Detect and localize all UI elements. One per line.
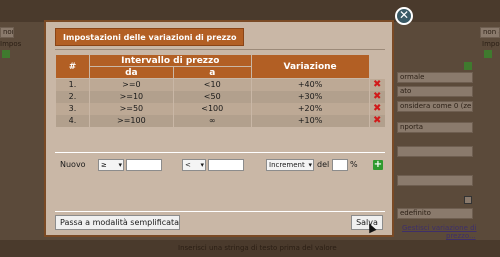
- header-variation: Variazione: [250, 54, 370, 79]
- from-value-input[interactable]: [126, 159, 162, 171]
- background-right-add-icon-2: [464, 62, 472, 70]
- chevron-down-icon: ▾: [308, 161, 312, 169]
- row-from: >=50: [88, 103, 174, 115]
- background-left-label: Impos: [0, 40, 22, 48]
- to-operator-value: <: [185, 161, 191, 169]
- row-to: ∞: [172, 115, 252, 127]
- row-variation: +40%: [250, 78, 369, 91]
- background-left-select: non a:: [0, 27, 14, 38]
- chevron-down-icon: ▾: [200, 161, 204, 169]
- chevron-down-icon: ▾: [118, 161, 122, 169]
- row-to: <50: [172, 91, 252, 103]
- background-select-2-text: ato: [400, 87, 412, 95]
- background-right-select-text: non a:: [483, 28, 499, 36]
- table-row: 4. >=100 ∞ +10% ✖: [55, 115, 385, 127]
- background-select-1-text: ormale: [400, 73, 425, 81]
- header-actions: [369, 54, 385, 79]
- variation-type-value: Increment: [269, 161, 305, 169]
- header-to: a: [172, 66, 252, 79]
- background-link-1: Gestisci variazione di: [402, 224, 477, 232]
- table-row: 2. >=10 <50 +30% ✖: [55, 91, 385, 103]
- title-divider: [55, 49, 385, 50]
- close-icon[interactable]: ✕: [395, 7, 413, 25]
- new-row-label: Nuovo: [60, 160, 86, 169]
- price-range-table: # Intervallo di prezzo Variazione da a 1…: [55, 54, 385, 127]
- row-number: 1.: [55, 78, 90, 91]
- table-row: 3. >=50 <100 +20% ✖: [55, 103, 385, 115]
- row-number: 4.: [55, 115, 90, 127]
- new-range-row: Nuovo ≥ ▾ < ▾ Increment ▾ del % +: [55, 159, 385, 172]
- row-to: <100: [172, 103, 252, 115]
- background-select-4-text: nporta: [400, 123, 424, 131]
- header-price-range: Intervallo di prezzo: [88, 54, 252, 67]
- background-right-select: non a:: [480, 27, 500, 38]
- background-field-6: [397, 175, 473, 186]
- row-from: >=10: [88, 91, 174, 103]
- percent-sign: %: [350, 160, 358, 169]
- row-number: 3.: [55, 103, 90, 115]
- delete-icon[interactable]: ✖: [373, 79, 381, 90]
- table-divider: [55, 152, 385, 153]
- variation-type-select[interactable]: Increment ▾: [266, 159, 314, 171]
- header-index: #: [55, 54, 90, 79]
- row-variation: +30%: [250, 91, 369, 103]
- background-link-2: prezzo...: [446, 232, 476, 240]
- row-from: >=100: [88, 115, 174, 127]
- footer-divider: [55, 211, 385, 212]
- from-operator-select[interactable]: ≥ ▾: [98, 159, 124, 171]
- to-value-input[interactable]: [208, 159, 244, 171]
- delete-icon[interactable]: ✖: [373, 103, 381, 114]
- row-variation: +20%: [250, 103, 369, 115]
- percent-input[interactable]: [332, 159, 348, 171]
- from-operator-value: ≥: [101, 161, 107, 169]
- background-left-select-text: non a:: [3, 28, 13, 36]
- background-select-7: edefinito: [397, 208, 473, 219]
- to-operator-select[interactable]: < ▾: [182, 159, 206, 171]
- background-select-1: ormale: [397, 72, 473, 83]
- header-from: da: [88, 66, 174, 79]
- row-number: 2.: [55, 91, 90, 103]
- dialog-title: Impostazioni delle variazioni di prezzo: [55, 28, 245, 46]
- background-select-2: ato: [397, 86, 473, 97]
- price-variation-dialog: Impostazioni delle variazioni di prezzo …: [44, 20, 394, 237]
- plus-icon[interactable]: +: [373, 160, 383, 170]
- background-select-3: onsidera come 0 (ze: [397, 101, 473, 112]
- background-select-3-text: onsidera come 0 (ze: [400, 102, 472, 110]
- simplified-mode-button[interactable]: Passa a modalità semplificata: [55, 215, 180, 230]
- row-from: >=0: [88, 78, 174, 91]
- background-right-add-icon: [484, 50, 492, 58]
- del-label: del: [317, 160, 330, 169]
- background-select-4: nporta: [397, 122, 473, 133]
- background-checkbox: [464, 196, 472, 204]
- table-row: 1. >=0 <10 +40% ✖: [55, 78, 385, 91]
- background-right-label: Impos: [482, 40, 500, 48]
- delete-icon[interactable]: ✖: [373, 115, 381, 126]
- background-field-5: [397, 146, 473, 157]
- row-to: <10: [172, 78, 252, 91]
- delete-icon[interactable]: ✖: [373, 91, 381, 102]
- background-left-add-icon: [2, 50, 10, 58]
- row-variation: +10%: [250, 115, 369, 127]
- background-bottom-hint: Inserisci una stringa di testo prima del…: [178, 244, 337, 252]
- background-select-7-text: edefinito: [400, 209, 431, 217]
- background-top-bar: [0, 0, 500, 22]
